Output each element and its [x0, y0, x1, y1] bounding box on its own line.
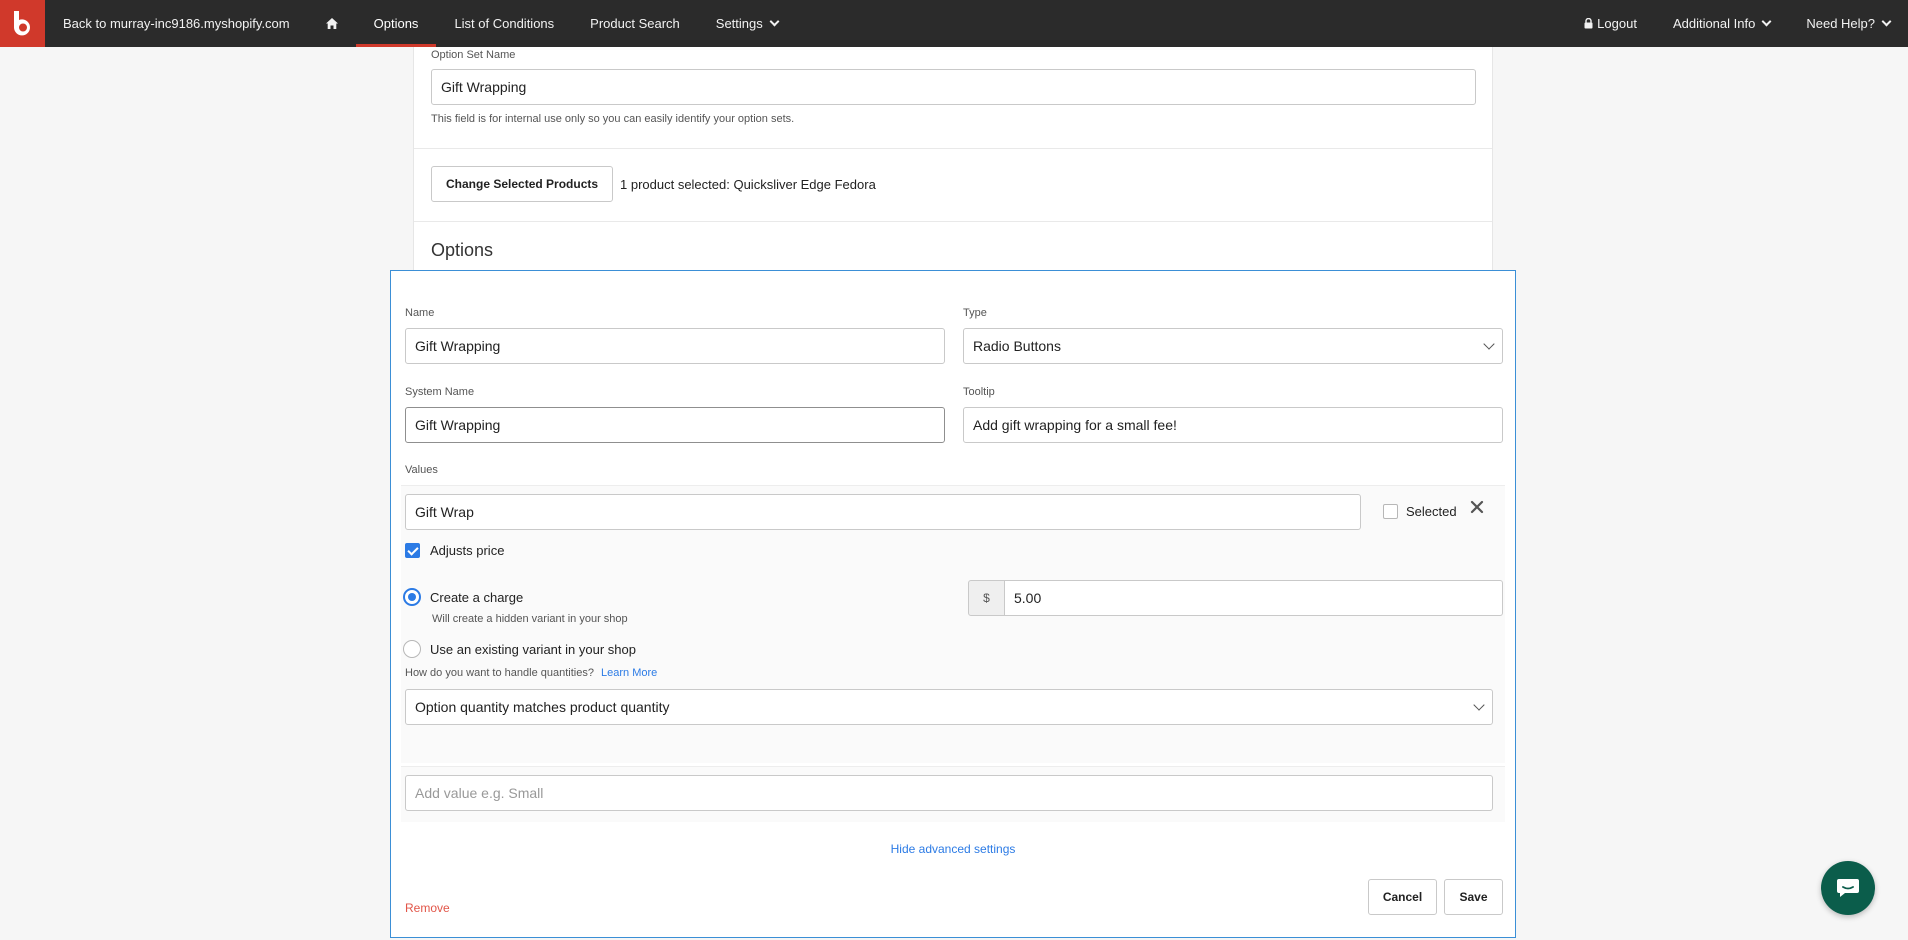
chevron-down-icon [1761, 16, 1772, 27]
add-value-input[interactable]: Add value e.g. Small [405, 775, 1493, 811]
nav-product-search[interactable]: Product Search [572, 0, 698, 47]
lock-icon [1584, 18, 1593, 29]
remove-option-link[interactable]: Remove [405, 901, 450, 915]
nav-options[interactable]: Options [355, 0, 437, 47]
app-logo[interactable] [0, 0, 45, 47]
divider [414, 148, 1492, 149]
nav-need-help[interactable]: Need Help? [1788, 0, 1908, 47]
create-charge-label: Create a charge [430, 589, 524, 605]
home-icon [325, 18, 338, 29]
option-name-label: Name [405, 307, 435, 319]
products-selected-text: 1 product selected: Quicksliver Edge Fed… [620, 177, 876, 192]
value-name-input[interactable]: Gift Wrap [405, 494, 1361, 530]
adjusts-price-group[interactable]: Adjusts price [405, 543, 504, 558]
price-input-group: $ 5.00 [968, 580, 1503, 616]
quantities-question-row: How do you want to handle quantities? Le… [405, 667, 657, 679]
option-set-name-hint: This field is for internal use only so y… [431, 113, 795, 125]
nav-list-of-conditions[interactable]: List of Conditions [436, 0, 572, 47]
chevron-down-icon [769, 16, 780, 27]
existing-variant-label: Use an existing variant in your shop [430, 641, 636, 657]
adjusts-price-checkbox[interactable] [405, 543, 420, 558]
nav-settings-label: Settings [715, 16, 763, 31]
system-name-input[interactable]: Gift Wrapping [405, 407, 945, 443]
option-type-value: Radio Buttons [973, 338, 1061, 354]
nav-settings[interactable]: Settings [698, 0, 796, 47]
create-charge-radio[interactable] [403, 588, 421, 606]
back-to-store-link[interactable]: Back to murray-inc9186.myshopify.com [45, 0, 308, 47]
learn-more-link[interactable]: Learn More [601, 667, 657, 679]
selected-label: Selected [1406, 504, 1457, 519]
close-icon [1470, 500, 1484, 514]
create-charge-hint: Will create a hidden variant in your sho… [432, 613, 628, 625]
cancel-button[interactable]: Cancel [1368, 879, 1437, 915]
chat-widget-button[interactable] [1821, 861, 1875, 915]
chevron-down-icon [1881, 16, 1892, 27]
nav-additional-info[interactable]: Additional Info [1655, 0, 1788, 47]
save-button[interactable]: Save [1444, 879, 1503, 915]
logo-b-icon [13, 10, 30, 35]
quantity-mode-select[interactable]: Option quantity matches product quantity [405, 689, 1493, 725]
options-heading: Options [431, 240, 494, 260]
need-help-label: Need Help? [1806, 16, 1875, 31]
add-value-row: Add value e.g. Small [401, 766, 1505, 822]
option-editor-card: Name Gift Wrapping Type Radio Buttons Sy… [390, 270, 1516, 938]
divider [414, 221, 1492, 222]
option-set-name-label: Option Set Name [431, 49, 516, 61]
tooltip-label: Tooltip [963, 386, 995, 398]
selected-checkbox[interactable] [1383, 504, 1398, 519]
remove-value-button[interactable] [1470, 500, 1484, 517]
existing-variant-radio[interactable] [403, 640, 421, 658]
hide-advanced-row: Hide advanced settings [391, 842, 1515, 856]
quantity-mode-value: Option quantity matches product quantity [415, 699, 670, 715]
price-input[interactable]: 5.00 [1005, 580, 1503, 616]
top-navigation: Back to murray-inc9186.myshopify.com Opt… [0, 0, 1908, 47]
additional-info-label: Additional Info [1672, 16, 1756, 31]
hide-advanced-settings-link[interactable]: Hide advanced settings [891, 842, 1016, 856]
chat-bubble-icon [1837, 879, 1859, 897]
tooltip-input[interactable]: Add gift wrapping for a small fee! [963, 407, 1503, 443]
currency-addon: $ [968, 580, 1005, 616]
logout-label: Logout [1597, 16, 1637, 31]
selected-checkbox-group[interactable]: Selected [1383, 504, 1457, 519]
values-label: Values [405, 464, 438, 476]
option-type-select[interactable]: Radio Buttons [963, 328, 1503, 364]
system-name-label: System Name [405, 386, 475, 398]
quantities-question: How do you want to handle quantities? [405, 667, 594, 679]
value-row: Gift Wrap Selected Adjusts price Create … [401, 485, 1505, 763]
adjusts-price-label: Adjusts price [430, 543, 505, 558]
option-name-input[interactable]: Gift Wrapping [405, 328, 945, 364]
chevron-down-icon [1483, 338, 1495, 350]
chevron-down-icon [1473, 699, 1485, 711]
logout-link[interactable]: Logout [1566, 0, 1655, 47]
create-charge-option[interactable]: Create a charge [403, 588, 523, 606]
option-set-name-input[interactable]: Gift Wrapping [431, 69, 1476, 105]
change-selected-products-button[interactable]: Change Selected Products [431, 166, 614, 202]
option-type-label: Type [963, 307, 987, 319]
home-link[interactable] [308, 0, 356, 47]
option-set-panel: Option Set Name Gift Wrapping This field… [413, 47, 1493, 271]
existing-variant-option[interactable]: Use an existing variant in your shop [403, 640, 636, 658]
